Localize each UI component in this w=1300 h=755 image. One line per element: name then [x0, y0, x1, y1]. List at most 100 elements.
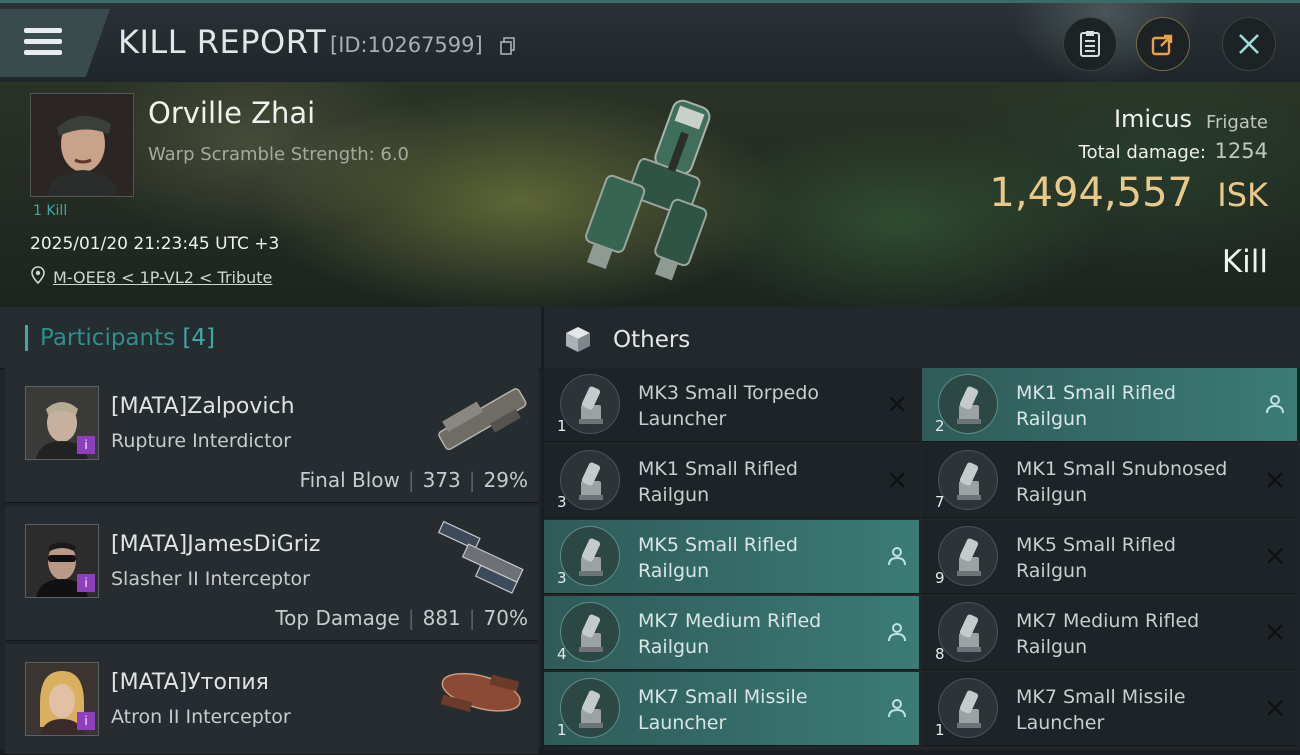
participant-ship: Slasher II Interceptor: [111, 568, 310, 590]
cube-icon: [566, 327, 590, 352]
menu-button[interactable]: [0, 9, 110, 77]
participant-card[interactable]: i [MATA]Утопия Atron II Interceptor: [5, 644, 538, 755]
participant-card[interactable]: i [MATA]JamesDiGriz Slasher II Intercept…: [5, 506, 538, 641]
participant-ship: Rupture Interdictor: [111, 430, 291, 452]
location-pin-icon: [31, 266, 45, 284]
item-quantity: 7: [935, 493, 945, 511]
module-icon: [560, 602, 620, 662]
separator: |: [468, 468, 476, 492]
info-badge-icon: i: [77, 712, 95, 730]
item-name: MK1 Small Rifled Railgun: [638, 458, 798, 506]
item-quantity: 3: [557, 493, 567, 511]
participants-panel: Participants [4] i [MATA]Zalpovich Ruptu…: [0, 307, 541, 755]
ship-class: Frigate: [1205, 112, 1268, 133]
participant-stat-label: Top Damage: [275, 606, 400, 630]
item-name: MK1 Small Rifled Railgun: [1016, 382, 1176, 430]
close-icon[interactable]: [1263, 620, 1287, 644]
participant-name: [MATA]Zalpovich: [111, 394, 295, 419]
copy-icon[interactable]: [500, 37, 516, 55]
item-row[interactable]: 1 MK3 Small Torpedo Launcher: [544, 368, 919, 442]
location-link[interactable]: M-OEE8 < 1P-VL2 < Tribute: [53, 268, 272, 287]
item-row[interactable]: 8 MK7 Medium Rifled Railgun: [922, 596, 1297, 670]
close-icon[interactable]: [885, 468, 909, 492]
item-quantity: 3: [557, 569, 567, 587]
person-icon[interactable]: [885, 620, 909, 644]
participant-ship: Atron II Interceptor: [111, 706, 291, 728]
header-accent-bar: [25, 325, 28, 351]
item-quantity: 1: [935, 721, 945, 739]
victim-avatar: [31, 94, 133, 196]
kill-count: 1 Kill: [33, 203, 68, 219]
item-row[interactable]: 1 MK7 Small Missile Launcher: [544, 672, 919, 746]
close-button[interactable]: [1222, 17, 1276, 71]
others-header: Others: [544, 307, 1300, 368]
module-icon: [938, 450, 998, 510]
module-icon: [938, 678, 998, 738]
module-icon: [560, 374, 620, 434]
others-panel: Others 1 MK3 Small Torpedo Launcher 2 MK1 S…: [544, 307, 1300, 750]
others-title: Others: [613, 327, 691, 353]
victim-portrait[interactable]: [30, 93, 134, 197]
item-quantity: 9: [935, 569, 945, 587]
close-icon[interactable]: [885, 392, 909, 416]
close-icon[interactable]: [1263, 544, 1287, 568]
clipboard-button[interactable]: [1063, 17, 1117, 71]
total-damage-value: 1254: [1214, 139, 1268, 163]
close-icon[interactable]: [1263, 468, 1287, 492]
participant-damage: 373: [422, 468, 461, 492]
participant-card[interactable]: i [MATA]Zalpovich Rupture Interdictor Fi…: [5, 368, 538, 503]
participants-count: [4]: [182, 325, 216, 351]
item-name: MK1 Small Snubnosed Railgun: [1016, 458, 1228, 506]
item-quantity: 1: [557, 721, 567, 739]
module-icon: [560, 450, 620, 510]
item-name: MK7 Small Missile Launcher: [638, 686, 808, 734]
page-title: KILL REPORT: [118, 23, 327, 61]
item-name: MK7 Medium Rifled Railgun: [1016, 610, 1200, 658]
separator: |: [468, 606, 476, 630]
person-icon[interactable]: [1263, 392, 1287, 416]
item-row[interactable]: 3 MK1 Small Rifled Railgun: [544, 444, 919, 518]
module-icon: [938, 526, 998, 586]
item-row[interactable]: 4 MK7 Medium Rifled Railgun: [544, 596, 919, 670]
participant-ship-image: [438, 388, 527, 451]
participant-stats: Final Blow | 373 | 29%: [300, 468, 528, 492]
participants-title: Participants [4]: [40, 325, 215, 351]
warp-scramble-strength: Warp Scramble Strength: 6.0: [148, 144, 410, 165]
header-bar: KILL REPORT [ID:10267599]: [0, 0, 1300, 85]
item-name: MK5 Small Rifled Railgun: [638, 534, 798, 582]
participants-title-text: Participants: [40, 325, 176, 351]
participant-stats: Top Damage | 881 | 70%: [275, 606, 528, 630]
isk-value: 1,494,557: [989, 170, 1193, 216]
participant-name: [MATA]Утопия: [111, 670, 269, 695]
item-quantity: 8: [935, 645, 945, 663]
victim-ship-image: [585, 99, 711, 281]
item-name: MK7 Medium Rifled Railgun: [638, 610, 822, 658]
kill-type: Kill: [1221, 244, 1268, 280]
item-row[interactable]: 7 MK1 Small Snubnosed Railgun: [922, 444, 1297, 518]
participants-header: Participants [4]: [0, 307, 541, 369]
separator: |: [407, 468, 415, 492]
participant-ship-image: [440, 672, 521, 712]
item-name: MK5 Small Rifled Railgun: [1016, 534, 1176, 582]
participant-percent: 29%: [483, 468, 528, 492]
item-quantity: 1: [557, 417, 567, 435]
menu-icon: [24, 28, 62, 58]
item-quantity: 4: [557, 645, 567, 663]
item-row[interactable]: 1 MK7 Small Missile Launcher: [922, 672, 1297, 746]
share-button[interactable]: [1136, 17, 1190, 71]
participant-name: [MATA]JamesDiGriz: [111, 532, 321, 557]
item-name: MK3 Small Torpedo Launcher: [638, 382, 820, 430]
close-icon: [1239, 34, 1259, 54]
separator: |: [407, 606, 415, 630]
item-row[interactable]: 9 MK5 Small Rifled Railgun: [922, 520, 1297, 594]
person-icon[interactable]: [885, 544, 909, 568]
victim-name: Orville Zhai: [148, 96, 316, 130]
item-row[interactable]: 3 MK5 Small Rifled Railgun: [544, 520, 919, 594]
person-icon[interactable]: [885, 696, 909, 720]
close-icon[interactable]: [1263, 696, 1287, 720]
kill-timestamp: 2025/01/20 21:23:45 UTC +3: [30, 234, 280, 254]
item-row[interactable]: 2 MK1 Small Rifled Railgun: [922, 368, 1297, 442]
module-icon: [938, 374, 998, 434]
share-icon: [1151, 34, 1173, 56]
info-badge-icon: i: [77, 436, 95, 454]
